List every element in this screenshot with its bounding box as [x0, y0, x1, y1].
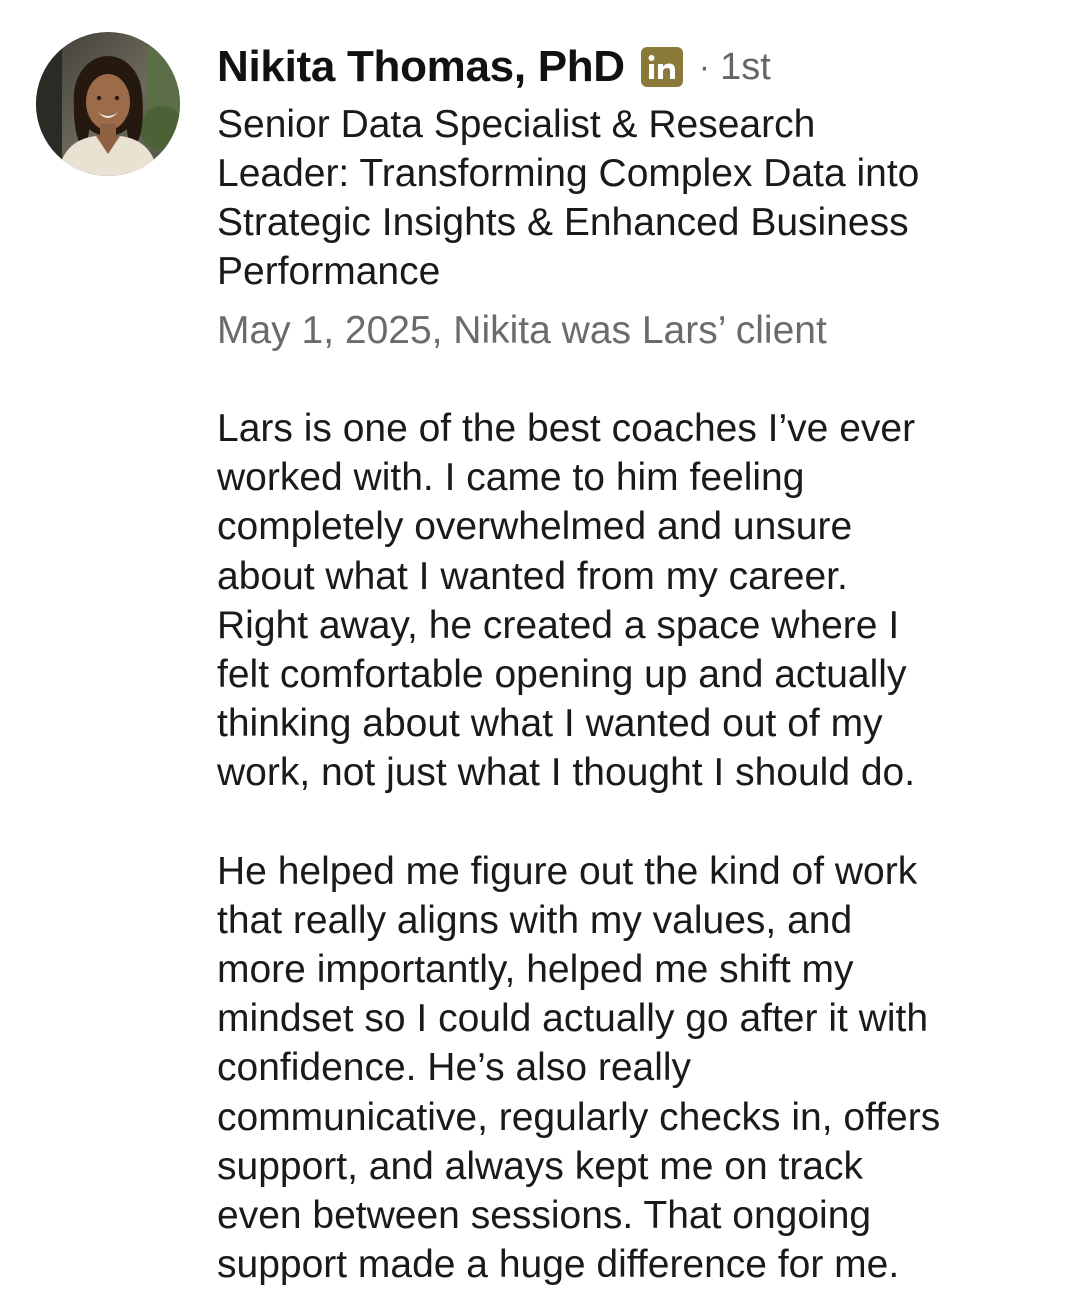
recommendation-text: Lars is one of the best coaches I’ve eve…: [217, 404, 1057, 1289]
text-line: support made a huge difference for me.: [217, 1243, 900, 1287]
text-line: communicative, regularly checks in, offe…: [217, 1095, 941, 1139]
headline-line: Strategic Insights & Enhanced Business: [217, 201, 909, 244]
text-line: Lars is one of the best coaches I’ve eve…: [217, 407, 916, 450]
text-line: even between sessions. That ongoing: [217, 1194, 872, 1238]
author-headline: Senior Data Specialist & Research Leader…: [217, 100, 1057, 296]
text-line: work, not just what I thought I should d…: [217, 751, 916, 795]
text-line: thinking about what I wanted out of my: [217, 702, 883, 746]
text-line: that really aligns with my values, and: [217, 898, 853, 942]
headline-line: Leader: Transforming Complex Data into: [217, 152, 920, 195]
text-line: confidence. He’s also really: [217, 1046, 692, 1090]
linkedin-icon: [640, 47, 683, 87]
text-line: worked with. I came to him feeling: [217, 456, 805, 500]
headline-line: Senior Data Specialist & Research: [217, 103, 816, 146]
text-line: about what I wanted from my career.: [217, 554, 848, 598]
avatar-photo: [36, 32, 180, 176]
text-line: support, and always kept me on track: [217, 1144, 863, 1188]
text-line: felt comfortable opening up and actually: [217, 653, 907, 697]
recommendation-paragraph: He helped me figure out the kind of work…: [217, 847, 1057, 1290]
recommendation-paragraph: Lars is one of the best coaches I’ve eve…: [217, 404, 1057, 798]
text-line: more importantly, helped me shift my: [217, 948, 854, 992]
connection-degree: 1st: [720, 45, 771, 88]
separator-dot: ·: [698, 47, 711, 86]
headline-line: Performance: [217, 250, 441, 293]
text-line: Right away, he created a space where I: [217, 603, 900, 647]
text-line: mindset so I could actually go after it …: [217, 997, 929, 1041]
text-line: completely overwhelmed and unsure: [217, 505, 853, 549]
recommendation-date-relationship: May 1, 2025, Nikita was Lars’ client: [217, 309, 827, 352]
author-name[interactable]: Nikita Thomas, PhD: [217, 42, 625, 92]
recommendation-card: Nikita Thomas, PhD · 1st Senior Data Spe…: [0, 0, 1080, 1294]
recommendation-content: Nikita Thomas, PhD · 1st Senior Data Spe…: [217, 38, 1057, 1289]
text-line: He helped me figure out the kind of work: [217, 849, 918, 893]
author-avatar[interactable]: [36, 32, 180, 176]
author-name-row: Nikita Thomas, PhD · 1st: [217, 38, 1057, 96]
